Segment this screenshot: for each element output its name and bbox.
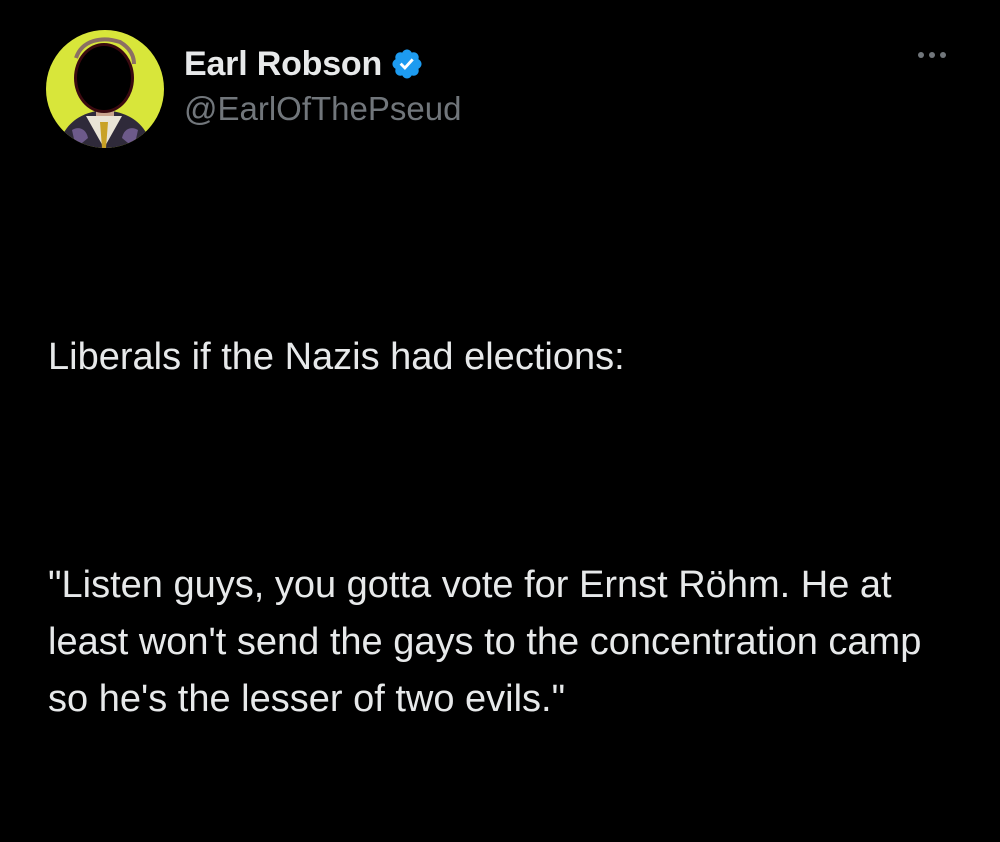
more-options-icon[interactable]	[918, 52, 946, 58]
tweet-card: Earl Robson @EarlOfThePseud Liberals if …	[0, 0, 1000, 720]
more-dot	[929, 52, 935, 58]
name-row: Earl Robson	[184, 42, 461, 86]
more-dot	[940, 52, 946, 58]
profile-avatar[interactable]	[46, 30, 164, 148]
author-display-name[interactable]: Earl Robson	[184, 45, 382, 84]
author-identity: Earl Robson @EarlOfThePseud	[184, 42, 461, 128]
author-handle[interactable]: @EarlOfThePseud	[184, 90, 461, 128]
more-dot	[918, 52, 924, 58]
tweet-header: Earl Robson @EarlOfThePseud	[46, 30, 461, 148]
verified-badge-icon[interactable]	[390, 47, 424, 81]
tweet-text-line-1: Liberals if the Nazis had elections:	[48, 336, 625, 378]
tweet-text: Liberals if the Nazis had elections: "Li…	[48, 215, 968, 842]
tweet-text-line-2: "Listen guys, you gotta vote for Ernst R…	[48, 564, 932, 720]
